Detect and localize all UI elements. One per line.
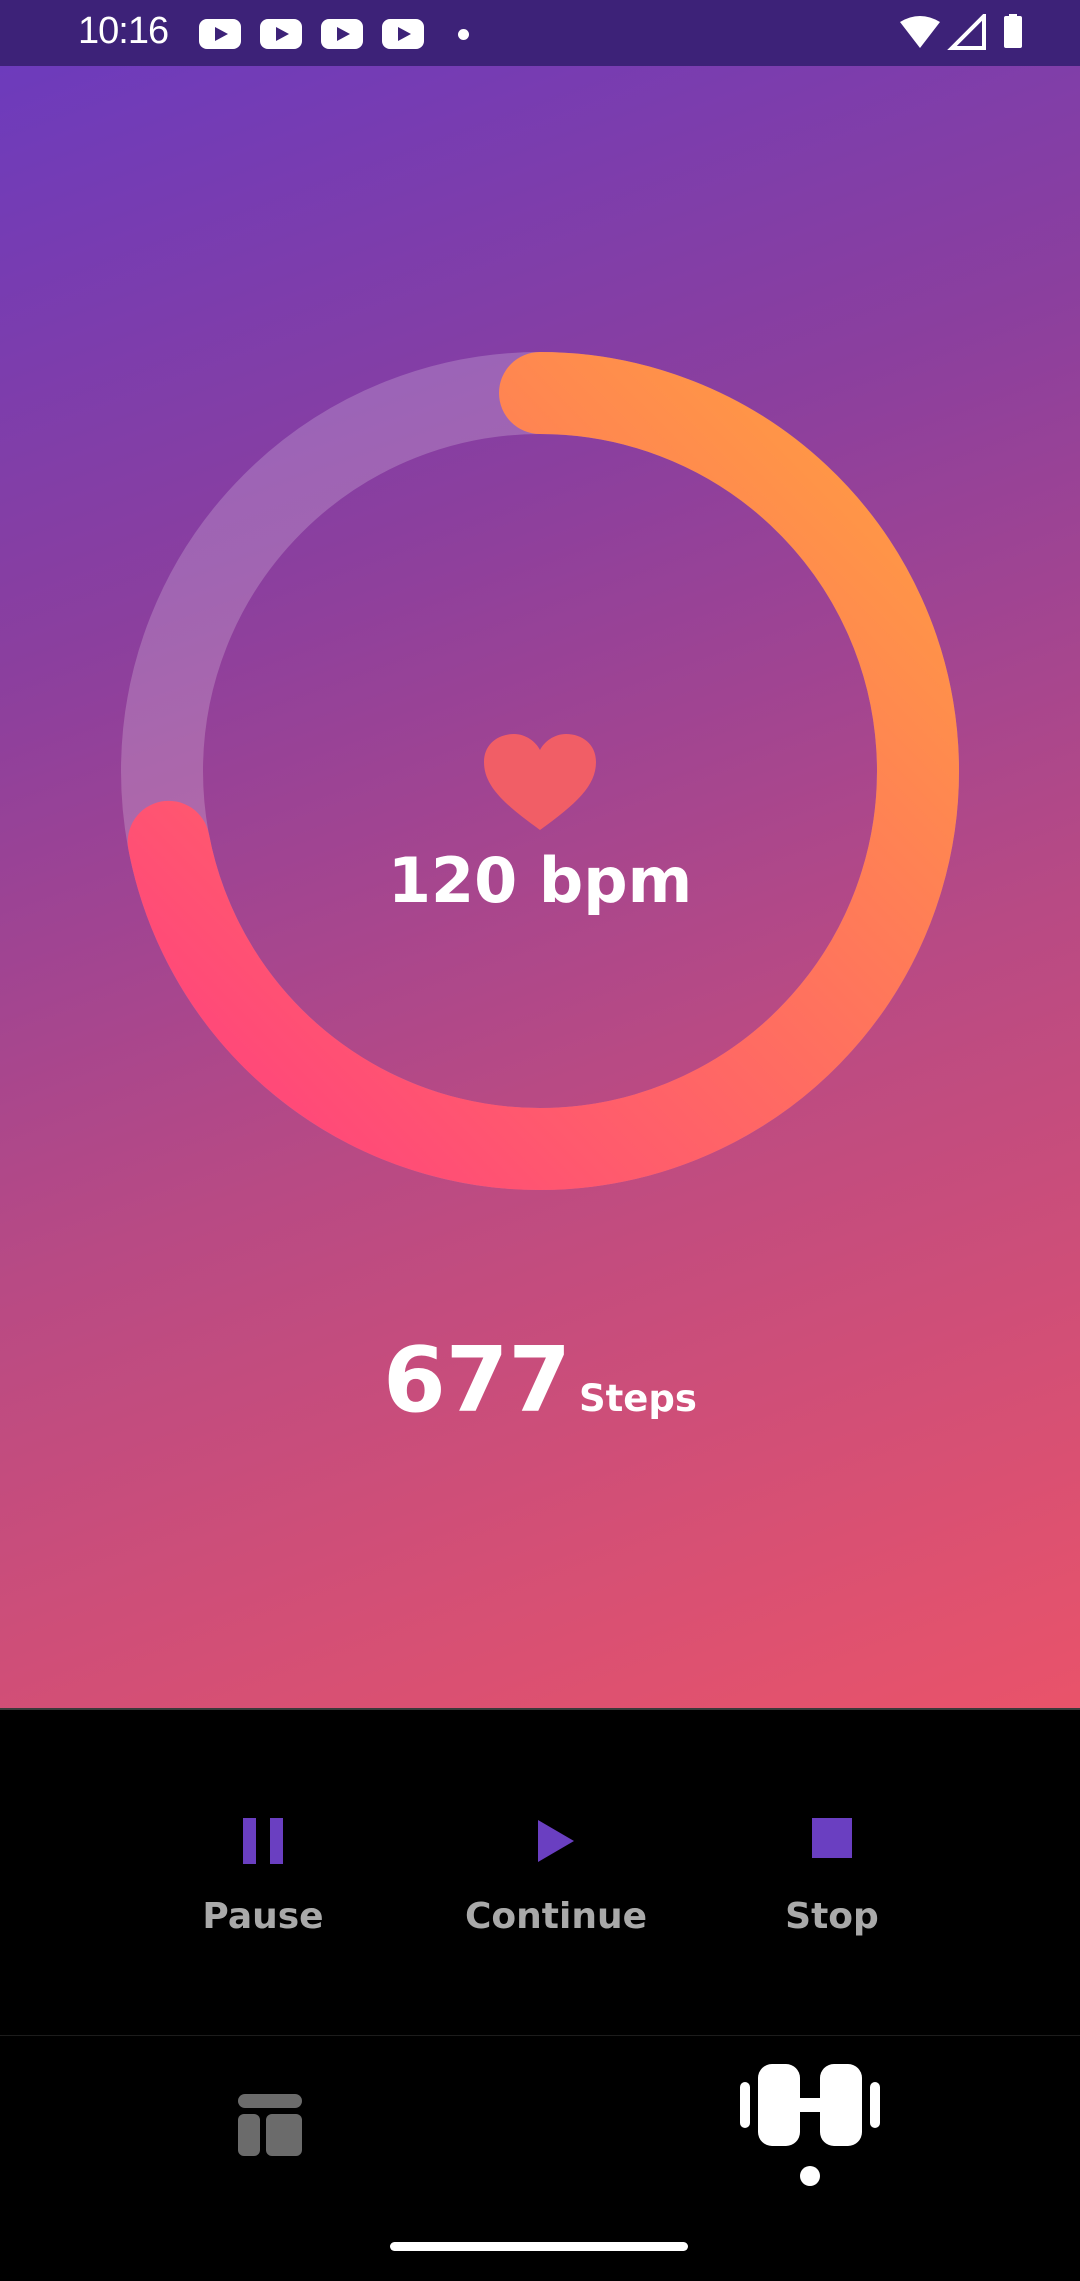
pause-icon	[243, 1818, 283, 1864]
heart-rate-value: 120 bpm	[387, 844, 693, 917]
steps-label: Steps	[578, 1377, 697, 1420]
continue-button[interactable]: Continue	[440, 1710, 672, 1950]
battery-icon	[1004, 16, 1022, 48]
youtube-icon	[382, 19, 424, 49]
dashboard-icon	[238, 2094, 302, 2156]
stop-button[interactable]: Stop	[748, 1710, 916, 1950]
wifi-icon	[900, 16, 940, 48]
stop-label: Stop	[785, 1896, 879, 1937]
dumbbell-icon	[740, 2064, 880, 2146]
status-icons	[900, 14, 1022, 50]
home-indicator[interactable]	[390, 2242, 688, 2251]
steps-counter: 677 Steps	[0, 1328, 1080, 1433]
play-icon	[538, 1820, 574, 1862]
stop-icon	[812, 1818, 852, 1858]
pause-button[interactable]: Pause	[160, 1710, 366, 1950]
continue-label: Continue	[464, 1896, 647, 1937]
more-notifications-icon	[458, 29, 469, 40]
steps-value: 677	[383, 1328, 571, 1433]
dashboard-nav-item[interactable]	[238, 2094, 302, 2156]
active-nav-indicator	[800, 2166, 820, 2186]
workout-panel: 120 bpm 677 Steps	[0, 66, 1080, 1708]
heart-icon	[484, 734, 596, 830]
workout-nav-item[interactable]	[740, 2062, 880, 2148]
pause-label: Pause	[202, 1896, 324, 1937]
workout-controls: Pause Continue Stop	[0, 1708, 1080, 2037]
youtube-icon	[260, 19, 302, 49]
signal-icon	[947, 14, 986, 50]
status-bar: 10:16	[0, 0, 1080, 66]
youtube-icon	[199, 19, 241, 49]
status-time: 10:16	[78, 10, 169, 52]
youtube-icon	[321, 19, 363, 49]
